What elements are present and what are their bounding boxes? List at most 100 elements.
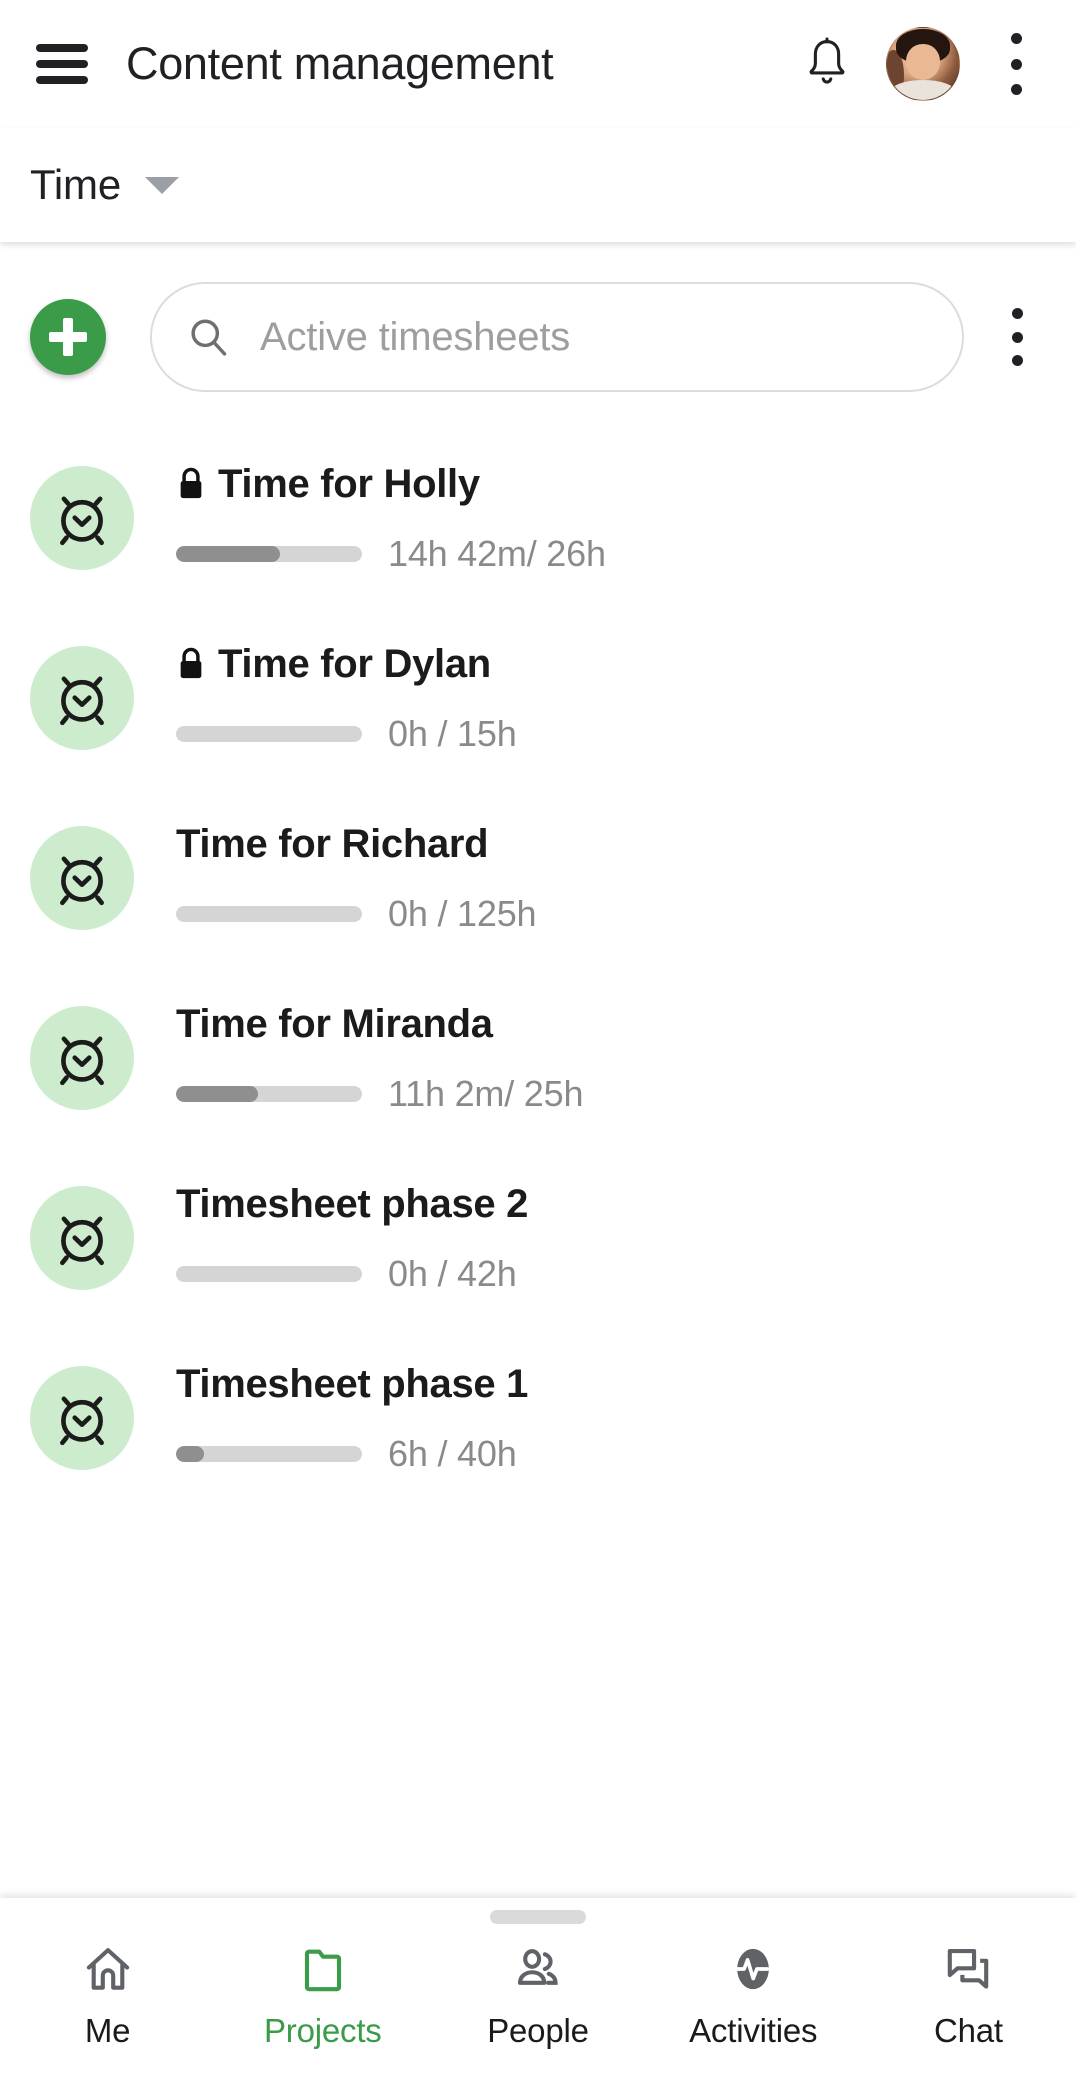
- list-item-hours: 0h / 42h: [388, 1252, 517, 1294]
- list-item[interactable]: Time for Holly 14h 42m/ 26h: [0, 428, 1076, 608]
- kebab-dot: [1011, 331, 1023, 343]
- list-item-title: Timesheet phase 2: [176, 1181, 529, 1226]
- progress-bar: [176, 1085, 362, 1102]
- alarm-clock-icon: [30, 1366, 134, 1470]
- nav-label: Activities: [689, 2012, 818, 2049]
- list-item-hours: 0h / 15h: [388, 712, 517, 754]
- avatar[interactable]: [886, 27, 960, 101]
- list-item-content: Time for Holly 14h 42m/ 26h: [176, 462, 1046, 575]
- list-item[interactable]: Time for Miranda 11h 2m/ 25h: [0, 968, 1076, 1148]
- list-item-title-row: Timesheet phase 1: [176, 1362, 1046, 1407]
- nav-label: Chat: [933, 2012, 1003, 2049]
- list-item-content: Timesheet phase 1 6h / 40h: [176, 1362, 1046, 1475]
- overflow-menu-icon[interactable]: [990, 33, 1042, 95]
- progress-bar-fill: [176, 1085, 258, 1102]
- list-item-progress-row: 0h / 125h: [176, 893, 1046, 935]
- search-icon: [191, 319, 227, 356]
- list-item-title: Time for Richard: [176, 821, 489, 866]
- alarm-clock-icon: [30, 646, 134, 750]
- list-item-progress-row: 0h / 15h: [176, 713, 1046, 755]
- drag-handle[interactable]: [490, 1910, 586, 1924]
- list-item-title: Time for Holly: [218, 461, 480, 506]
- nav-item-chat[interactable]: Chat: [861, 1940, 1076, 2050]
- home-icon: [82, 1940, 134, 1998]
- page-title: Content management: [126, 38, 554, 89]
- nav-item-activities[interactable]: Activities: [646, 1940, 861, 2050]
- search-placeholder: Active timesheets: [260, 314, 571, 359]
- list-item-title: Time for Dylan: [218, 641, 491, 686]
- avatar-detail: [889, 79, 957, 100]
- list-item-hours: 14h 42m/ 26h: [388, 532, 606, 574]
- list-item-title-row: Timesheet phase 2: [176, 1182, 1046, 1227]
- kebab-dot: [1010, 33, 1022, 44]
- chat-icon: [942, 1940, 994, 1998]
- content-area: Active timesheets Time for Holly 14h 42m/…: [0, 242, 1076, 1898]
- progress-bar: [176, 1445, 362, 1462]
- alarm-clock-icon: [30, 466, 134, 570]
- list-item-title-row: Time for Miranda: [176, 1002, 1046, 1047]
- list-item-title-row: Time for Dylan: [176, 642, 1046, 687]
- nav-item-me[interactable]: Me: [0, 1940, 215, 2050]
- plus-icon: [49, 318, 87, 356]
- alarm-clock-icon: [30, 826, 134, 930]
- list-item-hours: 6h / 40h: [388, 1432, 517, 1474]
- list-item-progress-row: 6h / 40h: [176, 1433, 1046, 1475]
- module-selector[interactable]: Time: [0, 128, 1076, 242]
- app-bar: Content management: [0, 0, 1076, 128]
- nav-item-projects[interactable]: Projects: [215, 1940, 430, 2050]
- hamburger-bar: [36, 44, 88, 52]
- search-input[interactable]: Active timesheets: [150, 282, 964, 392]
- nav-label: People: [487, 2012, 589, 2049]
- bottom-navigation: Me Projects People Activities Chat: [0, 1898, 1076, 2088]
- list-item[interactable]: Timesheet phase 2 0h / 42h: [0, 1148, 1076, 1328]
- list-item-progress-row: 11h 2m/ 25h: [176, 1073, 1046, 1115]
- list-item-content: Timesheet phase 2 0h / 42h: [176, 1182, 1046, 1295]
- list-item[interactable]: Time for Richard 0h / 125h: [0, 788, 1076, 968]
- alarm-clock-icon: [30, 1006, 134, 1110]
- list-item-title: Timesheet phase 1: [176, 1361, 529, 1406]
- list-item-content: Time for Miranda 11h 2m/ 25h: [176, 1002, 1046, 1115]
- lock-icon: [180, 467, 202, 499]
- search-toolbar: Active timesheets: [0, 250, 1076, 392]
- list-item-title-row: Time for Richard: [176, 822, 1046, 867]
- progress-bar: [176, 725, 362, 742]
- list-item-hours: 11h 2m/ 25h: [388, 1072, 584, 1114]
- hamburger-bar: [36, 60, 88, 68]
- list-item-progress-row: 0h / 42h: [176, 1253, 1046, 1295]
- nav-label: Projects: [264, 2012, 382, 2049]
- chevron-down-icon[interactable]: [144, 176, 179, 194]
- bell-icon[interactable]: [802, 37, 852, 91]
- list-item-title-row: Time for Holly: [176, 462, 1046, 507]
- kebab-dot: [1010, 58, 1022, 70]
- module-selector-label: Time: [30, 161, 121, 208]
- list-item-content: Time for Dylan 0h / 15h: [176, 642, 1046, 755]
- progress-bar: [176, 1265, 362, 1282]
- kebab-dot: [1011, 355, 1023, 366]
- app-screen: Content management Time Active timesheet…: [0, 0, 1076, 2088]
- kebab-dot: [1011, 308, 1023, 319]
- nav-item-people[interactable]: People: [430, 1940, 645, 2050]
- kebab-dot: [1010, 84, 1022, 95]
- alarm-clock-icon: [30, 1186, 134, 1290]
- hamburger-menu-icon[interactable]: [36, 44, 88, 84]
- list-item[interactable]: Time for Dylan 0h / 15h: [0, 608, 1076, 788]
- progress-bar: [176, 545, 362, 562]
- hamburger-bar: [36, 76, 88, 84]
- lock-icon: [180, 647, 202, 679]
- folder-icon: [297, 1940, 349, 1998]
- add-button[interactable]: [30, 299, 106, 375]
- list-item-title: Time for Miranda: [176, 1001, 493, 1046]
- list-item-content: Time for Richard 0h / 125h: [176, 822, 1046, 935]
- nav-label: Me: [84, 2012, 131, 2049]
- progress-bar-fill: [176, 545, 281, 562]
- activity-icon: [727, 1940, 779, 1998]
- avatar-detail: [905, 43, 941, 80]
- list-overflow-menu-icon[interactable]: [992, 308, 1042, 366]
- people-icon: [512, 1940, 564, 1998]
- timesheet-list: Time for Holly 14h 42m/ 26h Time for Dylan…: [0, 392, 1076, 1508]
- progress-bar-fill: [176, 1445, 204, 1462]
- list-item[interactable]: Timesheet phase 1 6h / 40h: [0, 1328, 1076, 1508]
- progress-bar: [176, 905, 362, 922]
- list-item-progress-row: 14h 42m/ 26h: [176, 533, 1046, 575]
- list-item-hours: 0h / 125h: [388, 892, 537, 934]
